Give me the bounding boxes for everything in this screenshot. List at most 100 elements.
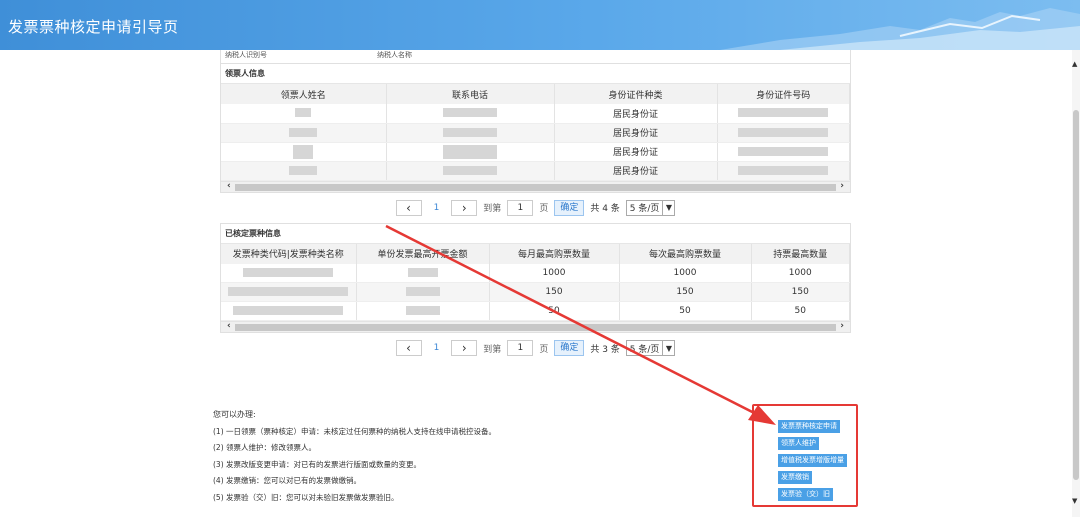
- masked-id-number: [738, 108, 829, 118]
- page-size-select[interactable]: 5 条/页 ▼: [625, 340, 676, 356]
- monthly-qty-cell: 150: [489, 282, 620, 302]
- each-qty-cell: 50: [619, 301, 752, 321]
- masked-invoice-type: [228, 287, 349, 296]
- prev-page-button[interactable]: ‹: [395, 199, 422, 216]
- current-page[interactable]: 1: [428, 343, 446, 353]
- main-content: 纳税人识别号 纳税人名称 领票人信息 领票人姓名 联系电话 身份证件种类 身份证…: [220, 50, 851, 363]
- masked-amount: [407, 267, 438, 277]
- approved-hscrollbar[interactable]: ‹ ›: [221, 321, 850, 332]
- guide-heading: 您可以办理:: [213, 410, 256, 419]
- hold-qty-cell: 1000: [751, 263, 850, 283]
- id-type-cell: 居民身份证: [554, 161, 718, 181]
- hold-qty-cell: 50: [751, 301, 850, 321]
- column-header[interactable]: 领票人姓名: [221, 84, 387, 104]
- chevron-down-icon: ▼: [662, 200, 674, 215]
- goto-confirm-button[interactable]: 确定: [554, 340, 585, 356]
- scroll-up-icon[interactable]: ▲: [1072, 60, 1077, 68]
- guide-item: (4) 发票缴销：您可以对已有的发票做缴销。: [213, 476, 362, 485]
- masked-phone: [443, 108, 497, 118]
- page-vscrollbar[interactable]: ▲ ▼: [1072, 50, 1080, 517]
- scroll-left-icon[interactable]: ‹: [227, 321, 231, 331]
- approved-panel: 已核定票种信息 发票种类代码|发票种类名称 单份发票最高开票金额 每月最高购票数…: [220, 222, 851, 333]
- masked-id-number: [738, 127, 829, 137]
- column-header[interactable]: 身份证件号码: [717, 84, 850, 104]
- invoice-type-apply-button[interactable]: 发票票种核定申请: [778, 420, 840, 433]
- action-buttons-highlight: 发票票种核定申请 领票人维护 增值税发票增版增量 发票缴销 发票验（交）旧: [752, 404, 858, 507]
- scroll-right-icon[interactable]: ›: [840, 321, 844, 331]
- guide-item: (2) 领票人维护：修改领票人。: [213, 443, 317, 452]
- next-page-button[interactable]: ›: [451, 340, 478, 356]
- page-unit-label: 页: [539, 344, 549, 355]
- page-title: 发票票种核定申请引导页: [8, 18, 179, 36]
- invoice-verify-old-button[interactable]: 发票验（交）旧: [778, 488, 833, 501]
- id-type-cell: 居民身份证: [554, 142, 718, 162]
- column-header[interactable]: 联系电话: [386, 84, 555, 104]
- receiver-panel: 领票人信息 领票人姓名 联系电话 身份证件种类 身份证件号码 居民身份证 居民身…: [220, 64, 851, 193]
- taxpayer-id-label: 纳税人识别号: [225, 51, 267, 59]
- masked-name: [293, 144, 314, 159]
- vat-invoice-increase-button[interactable]: 增值税发票增版增量: [778, 454, 847, 467]
- great-wall-banner-icon: [720, 8, 1080, 50]
- scroll-thumb[interactable]: [1073, 110, 1079, 480]
- monthly-qty-cell: 1000: [489, 263, 620, 283]
- page-header: 发票票种核定申请引导页: [0, 0, 1080, 50]
- masked-phone: [443, 127, 497, 137]
- masked-phone: [443, 165, 497, 175]
- column-header[interactable]: 单份发票最高开票金额: [356, 243, 490, 264]
- scroll-down-icon[interactable]: ▼: [1072, 497, 1077, 505]
- id-type-cell: 居民身份证: [554, 104, 718, 124]
- masked-name: [289, 127, 318, 137]
- prev-page-button[interactable]: ‹: [395, 340, 422, 356]
- page-size-value: 5 条/页: [629, 344, 660, 355]
- guide-item: (1) 一日领票（票种核定）申请：未核定过任何票种的纳税人支持在线申请税控设备。: [213, 426, 497, 436]
- scroll-thumb[interactable]: [235, 183, 836, 191]
- taxpayer-name-label: 纳税人名称: [377, 51, 412, 59]
- masked-phone: [443, 144, 497, 159]
- next-page-button[interactable]: ›: [451, 199, 478, 216]
- masked-name: [289, 165, 318, 175]
- masked-name: [295, 108, 312, 118]
- guide-item: (3) 发票改版变更申请：对已有的发票进行版面或数量的变更。: [213, 459, 422, 469]
- current-page[interactable]: 1: [428, 203, 446, 213]
- masked-amount: [405, 287, 440, 296]
- table-row[interactable]: 居民身份证: [221, 123, 850, 143]
- total-count: 共 4 条: [590, 204, 620, 214]
- page-unit-label: 页: [539, 204, 549, 214]
- scroll-right-icon[interactable]: ›: [840, 181, 844, 191]
- scroll-thumb[interactable]: [235, 324, 836, 331]
- approved-panel-title: 已核定票种信息: [221, 224, 850, 244]
- masked-id-number: [738, 165, 829, 175]
- goto-label: 到第: [483, 344, 502, 355]
- goto-page-input[interactable]: 1: [507, 199, 534, 216]
- table-row[interactable]: 1000 1000 1000: [221, 263, 850, 283]
- table-row[interactable]: 居民身份证: [221, 161, 850, 181]
- column-header[interactable]: 每月最高购票数量: [489, 243, 620, 264]
- approved-table: 发票种类代码|发票种类名称 单份发票最高开票金额 每月最高购票数量 每次最高购票…: [221, 243, 850, 321]
- approved-pager: ‹ 1 › 到第 1 页 确定 共 3 条 5 条/页 ▼: [220, 333, 851, 363]
- table-row[interactable]: 居民身份证: [221, 104, 850, 124]
- page-size-select[interactable]: 5 条/页 ▼: [625, 199, 676, 216]
- masked-id-number: [738, 146, 829, 156]
- column-header[interactable]: 每次最高购票数量: [619, 243, 752, 264]
- column-header[interactable]: 身份证件种类: [554, 84, 718, 104]
- id-type-cell: 居民身份证: [554, 123, 718, 143]
- taxpayer-row: 纳税人识别号 纳税人名称: [220, 50, 851, 64]
- goto-confirm-button[interactable]: 确定: [554, 199, 585, 216]
- table-row[interactable]: 居民身份证: [221, 142, 850, 162]
- goto-label: 到第: [483, 204, 502, 214]
- scroll-left-icon[interactable]: ‹: [227, 181, 231, 191]
- invoice-cancel-button[interactable]: 发票缴销: [778, 471, 812, 484]
- guide-item: (5) 发票验（交）旧：您可以对未验旧发票做发票验旧。: [213, 492, 399, 502]
- receiver-hscrollbar[interactable]: ‹ ›: [221, 180, 850, 192]
- hold-qty-cell: 150: [751, 282, 850, 302]
- receiver-maintain-button[interactable]: 领票人维护: [778, 437, 819, 450]
- masked-amount: [405, 306, 440, 315]
- goto-page-input[interactable]: 1: [507, 340, 534, 356]
- monthly-qty-cell: 50: [489, 301, 620, 321]
- masked-invoice-type: [243, 267, 334, 277]
- table-row[interactable]: 50 50 50: [221, 301, 850, 321]
- column-header[interactable]: 持票最高数量: [751, 243, 850, 264]
- masked-invoice-type: [233, 306, 344, 315]
- table-row[interactable]: 150 150 150: [221, 282, 850, 302]
- column-header[interactable]: 发票种类代码|发票种类名称: [221, 243, 357, 264]
